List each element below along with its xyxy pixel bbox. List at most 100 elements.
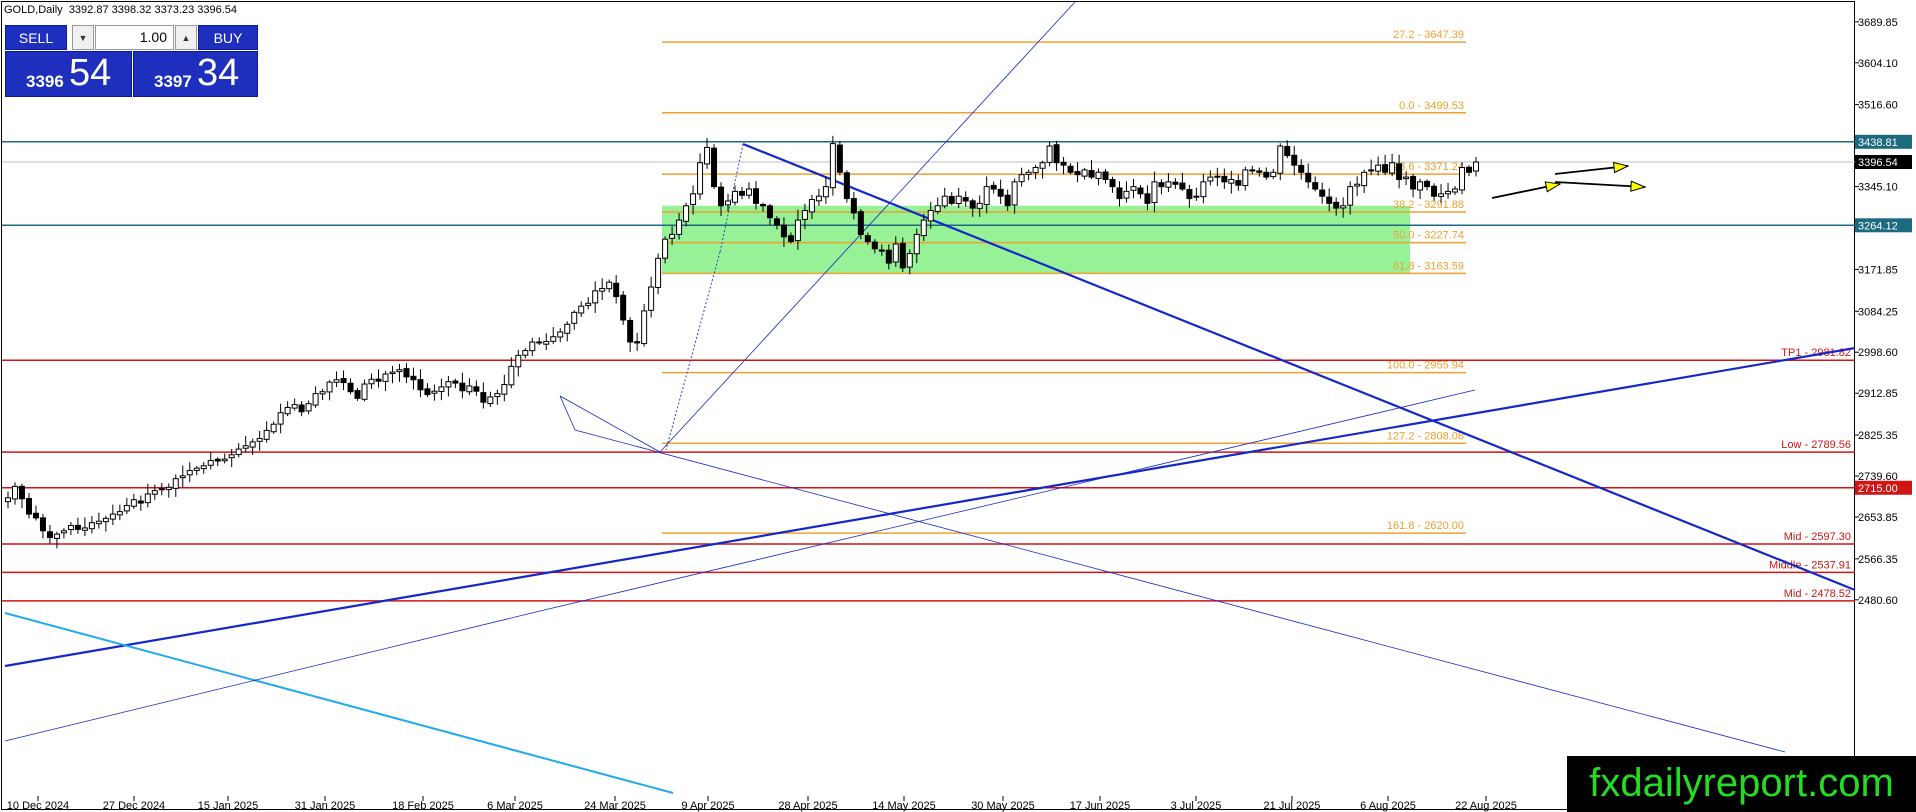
trendline [4, 610, 541, 742]
x-tick-label: 6 Mar 2025 [487, 800, 543, 812]
candle-body [780, 224, 787, 238]
candle-body [74, 524, 81, 530]
candle-body [690, 193, 697, 206]
candle-body [592, 290, 599, 304]
candle-body [137, 500, 144, 504]
candle-body [158, 488, 165, 491]
candle-body [382, 373, 389, 382]
lot-increase-icon[interactable]: ▲ [175, 25, 197, 50]
candle-body [221, 458, 228, 462]
candle-body [480, 392, 487, 403]
candle-body [606, 281, 613, 290]
candle-body [1060, 161, 1067, 166]
bid-price-button[interactable]: 3396 54 [5, 51, 132, 97]
candle-body [284, 406, 291, 415]
candle-body [39, 517, 46, 532]
candle-body [899, 242, 906, 269]
fib-level-label: 0.0 - 3499.53 [1399, 100, 1464, 112]
candle-body [1046, 145, 1053, 163]
candle-body [312, 393, 319, 406]
candle-body [361, 383, 368, 400]
candle-body [326, 381, 333, 393]
candle-body [1445, 190, 1452, 195]
y-tick-label: 3084.25 [1858, 306, 1898, 318]
candle-body [1291, 154, 1298, 166]
candle-body [200, 465, 207, 470]
x-tick-label: 17 Jun 2025 [1070, 800, 1131, 812]
candle-body [1347, 186, 1354, 206]
candle-body [1403, 176, 1410, 180]
candle-body [550, 336, 557, 342]
candle-body [438, 386, 445, 393]
candle-body [354, 390, 361, 399]
candle-body [864, 235, 871, 243]
candle-body [249, 441, 256, 448]
candle-body [1256, 170, 1263, 173]
y-tick-label: 2912.85 [1858, 388, 1898, 400]
trendline [4, 346, 1856, 668]
sell-button[interactable]: SELL [5, 25, 67, 50]
x-tick-label: 24 Mar 2025 [584, 800, 646, 812]
candle-body [1431, 185, 1438, 197]
candle-body [564, 323, 571, 334]
candle-body [871, 241, 878, 250]
candle-body [116, 511, 123, 516]
candle-body [913, 233, 920, 255]
chart-canvas[interactable]: TP1 - 2981.82 Low - 2789.56 Mid - 2597.30 M… [0, 0, 1916, 812]
forecast-arrow-head [1612, 161, 1630, 174]
forecast-arrow-head [1630, 180, 1647, 192]
trendline [4, 612, 674, 794]
candle-body [270, 423, 277, 433]
candle-body [697, 162, 704, 195]
buy-button[interactable]: BUY [198, 25, 258, 50]
y-tick-label: 3345.10 [1858, 182, 1898, 194]
candle-body [983, 186, 990, 206]
candle-body [410, 375, 417, 381]
candle-body [319, 391, 326, 395]
trendline [559, 395, 576, 431]
candle-body [1452, 188, 1459, 193]
candle-body [396, 369, 403, 373]
candle-body [648, 286, 655, 311]
candle-body [969, 200, 976, 209]
y-tick-label: 2998.60 [1858, 347, 1898, 359]
lot-decrease-icon[interactable]: ▼ [72, 25, 94, 50]
candle-body [752, 188, 759, 204]
candle-body [934, 205, 941, 212]
candle-body [473, 386, 480, 392]
candle-body [1088, 169, 1095, 178]
candle-body [941, 195, 948, 207]
candle-body [1298, 164, 1305, 173]
candle-body [277, 412, 284, 425]
candle-body [571, 311, 578, 324]
x-tick-label: 10 Dec 2024 [7, 800, 69, 812]
candle-body [669, 233, 676, 239]
candle-body [333, 379, 340, 383]
candle-body [1375, 164, 1382, 172]
candle-body [732, 190, 739, 203]
x-tick-label: 6 Aug 2025 [1360, 800, 1416, 812]
candle-body [1270, 171, 1277, 178]
candle-body [641, 310, 648, 345]
candle-body [878, 249, 885, 252]
bid-price-pips: 54 [69, 52, 112, 94]
candle-body [718, 186, 725, 207]
forecast-arrows [1491, 161, 1647, 199]
fib-level-label: 27.2 - 3647.39 [1393, 29, 1464, 41]
candle-body [892, 243, 899, 263]
y-tick-label: 3171.85 [1858, 264, 1898, 276]
lot-size-input[interactable]: 1.00 [95, 25, 174, 50]
x-tick-label: 15 Jan 2025 [198, 800, 259, 812]
x-tick-label: 3 Jul 2025 [1171, 800, 1222, 812]
candle-body [676, 219, 683, 235]
ask-price-button[interactable]: 3397 34 [133, 51, 258, 97]
candle-body [948, 195, 955, 204]
candle-body [1109, 179, 1116, 188]
candle-body [1228, 178, 1235, 184]
candle-body [711, 147, 718, 188]
chart-ohlc: 3392.87 3398.32 3373.23 3396.54 [68, 4, 238, 16]
candle-body [1333, 201, 1340, 209]
forecast-arrow-head [1544, 181, 1562, 193]
candle-body [1074, 171, 1081, 176]
fib-level-label: 61.8 - 3163.59 [1393, 260, 1464, 272]
